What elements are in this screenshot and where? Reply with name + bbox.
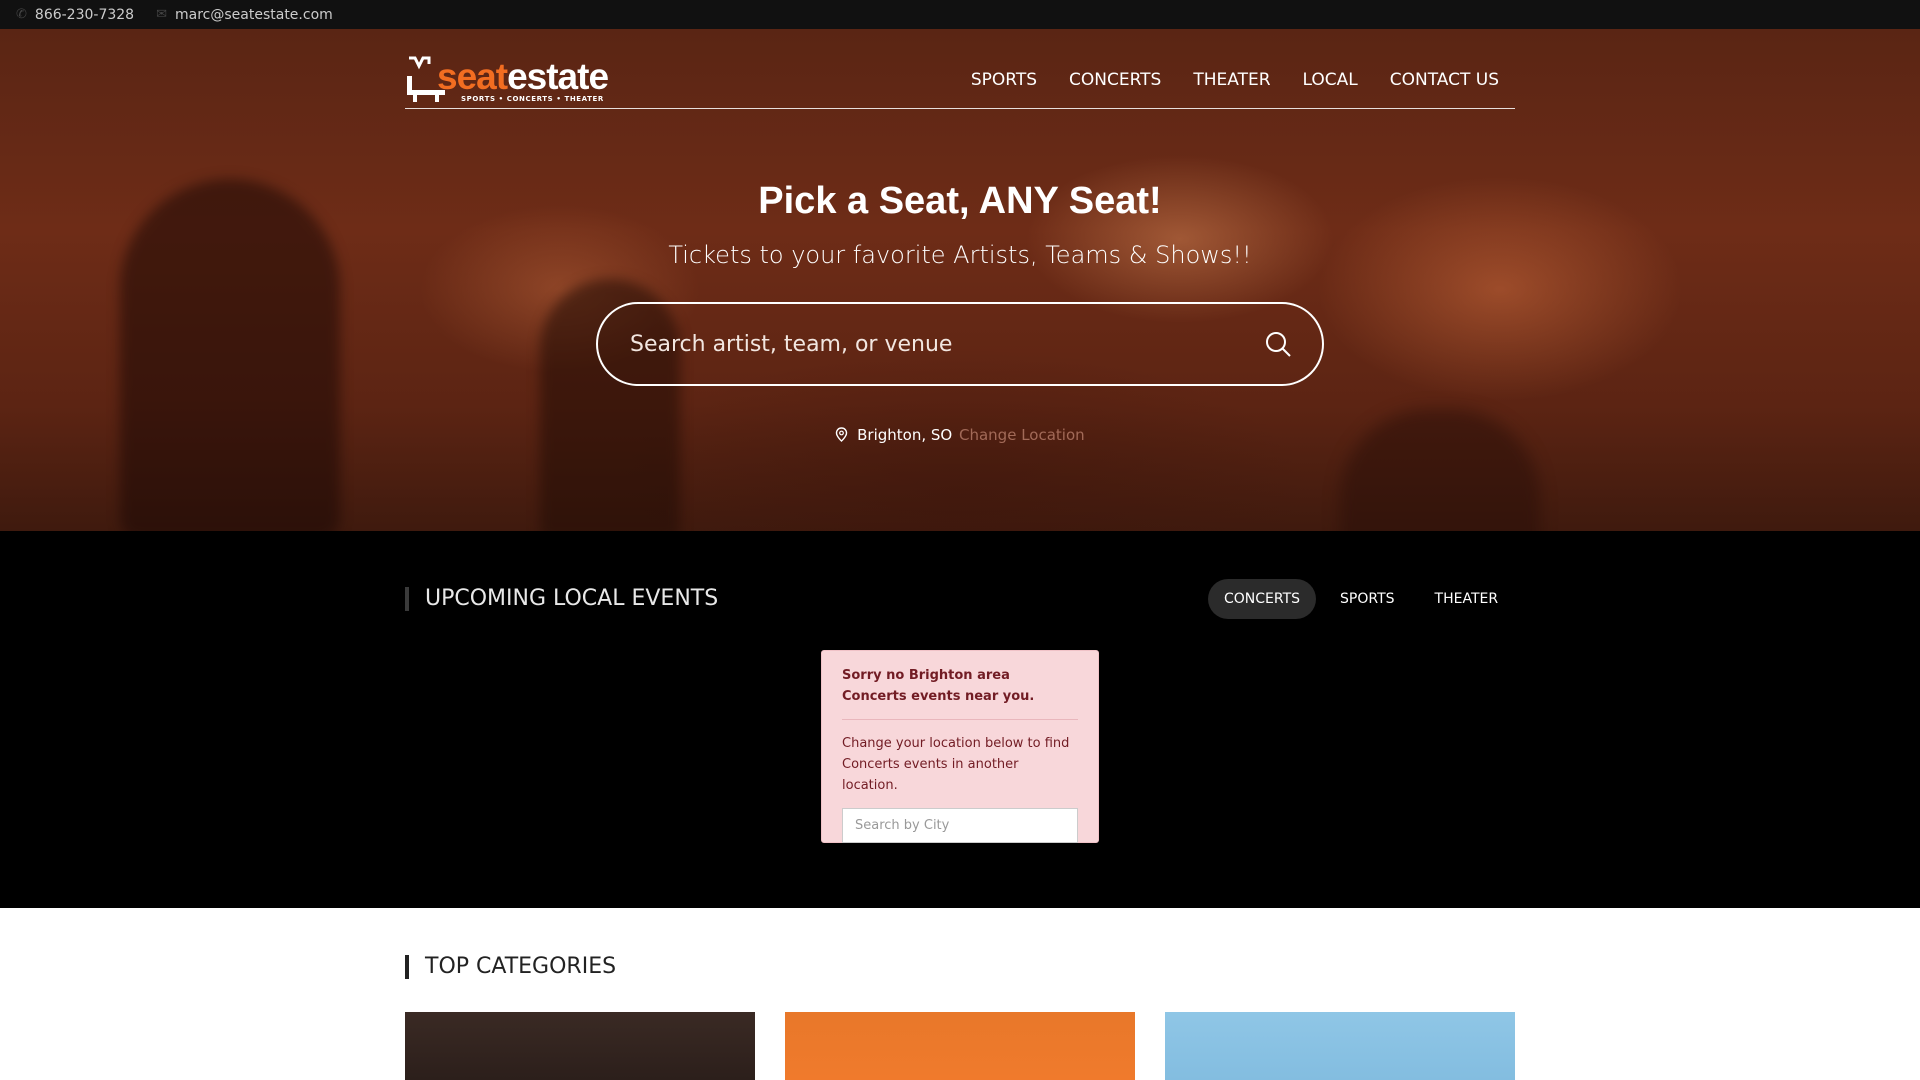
- category-card[interactable]: [1165, 1012, 1515, 1080]
- upcoming-events-section: UPCOMING LOCAL EVENTS CONCERTS SPORTS TH…: [0, 531, 1920, 908]
- top-categories-section: TOP CATEGORIES: [0, 908, 1920, 1080]
- alert-body: Change your location below to find Conce…: [842, 736, 1070, 793]
- brand-wordmark: seatestate: [437, 56, 609, 97]
- main-navigation: seatestate SPORTS • CONCERTS • THEATER S…: [405, 45, 1515, 109]
- envelope-icon: ✉: [156, 7, 167, 22]
- events-title: UPCOMING LOCAL EVENTS: [425, 586, 719, 611]
- event-category-tabs: CONCERTS SPORTS THEATER: [1208, 579, 1522, 619]
- nav-sports[interactable]: SPORTS: [971, 70, 1037, 90]
- top-contact-bar: ✆ 866-230-7328 ✉ marc@seatestate.com: [0, 0, 1920, 29]
- site-logo[interactable]: seatestate SPORTS • CONCERTS • THEATER: [405, 54, 609, 104]
- categories-title: TOP CATEGORIES: [425, 954, 617, 979]
- categories-heading: TOP CATEGORIES: [405, 954, 616, 979]
- nav-local[interactable]: LOCAL: [1303, 70, 1358, 90]
- search-input[interactable]: [630, 324, 1210, 364]
- alert-heading: Sorry no Brighton area Concerts events n…: [842, 668, 1035, 704]
- map-pin-icon: [836, 427, 848, 442]
- current-location: Brighton, SO: [857, 426, 953, 444]
- category-card[interactable]: [785, 1012, 1135, 1080]
- category-card[interactable]: [405, 1012, 755, 1080]
- city-search-input[interactable]: [842, 808, 1078, 843]
- phone-contact[interactable]: ✆ 866-230-7328: [16, 7, 134, 23]
- hero-search-box: [596, 302, 1324, 386]
- nav-contact-us[interactable]: CONTACT US: [1390, 70, 1499, 90]
- hero-banner: seatestate SPORTS • CONCERTS • THEATER S…: [0, 29, 1920, 531]
- location-display: Brighton, SO Change Location: [0, 426, 1920, 444]
- hero-subtitle: Tickets to your favorite Artists, Teams …: [668, 241, 1252, 269]
- nav-theater[interactable]: THEATER: [1193, 70, 1270, 90]
- nav-links: SPORTS CONCERTS THEATER LOCAL CONTACT US: [939, 70, 1499, 90]
- email-contact[interactable]: ✉ marc@seatestate.com: [156, 7, 333, 23]
- phone-icon: ✆: [16, 7, 27, 22]
- search-icon[interactable]: [1264, 330, 1292, 358]
- phone-number[interactable]: 866-230-7328: [35, 7, 134, 23]
- brand-tagline: SPORTS • CONCERTS • THEATER: [461, 95, 604, 103]
- no-events-alert: Sorry no Brighton area Concerts events n…: [821, 650, 1099, 843]
- tab-sports[interactable]: SPORTS: [1324, 579, 1411, 619]
- events-heading: UPCOMING LOCAL EVENTS: [405, 586, 718, 611]
- nav-concerts[interactable]: CONCERTS: [1069, 70, 1161, 90]
- tab-concerts[interactable]: CONCERTS: [1208, 579, 1317, 619]
- hero-title: Pick a Seat, ANY Seat!: [758, 180, 1162, 222]
- change-location-link[interactable]: Change Location: [959, 426, 1085, 444]
- alert-divider: [842, 719, 1078, 720]
- tab-theater[interactable]: THEATER: [1419, 579, 1515, 619]
- email-address[interactable]: marc@seatestate.com: [175, 7, 333, 23]
